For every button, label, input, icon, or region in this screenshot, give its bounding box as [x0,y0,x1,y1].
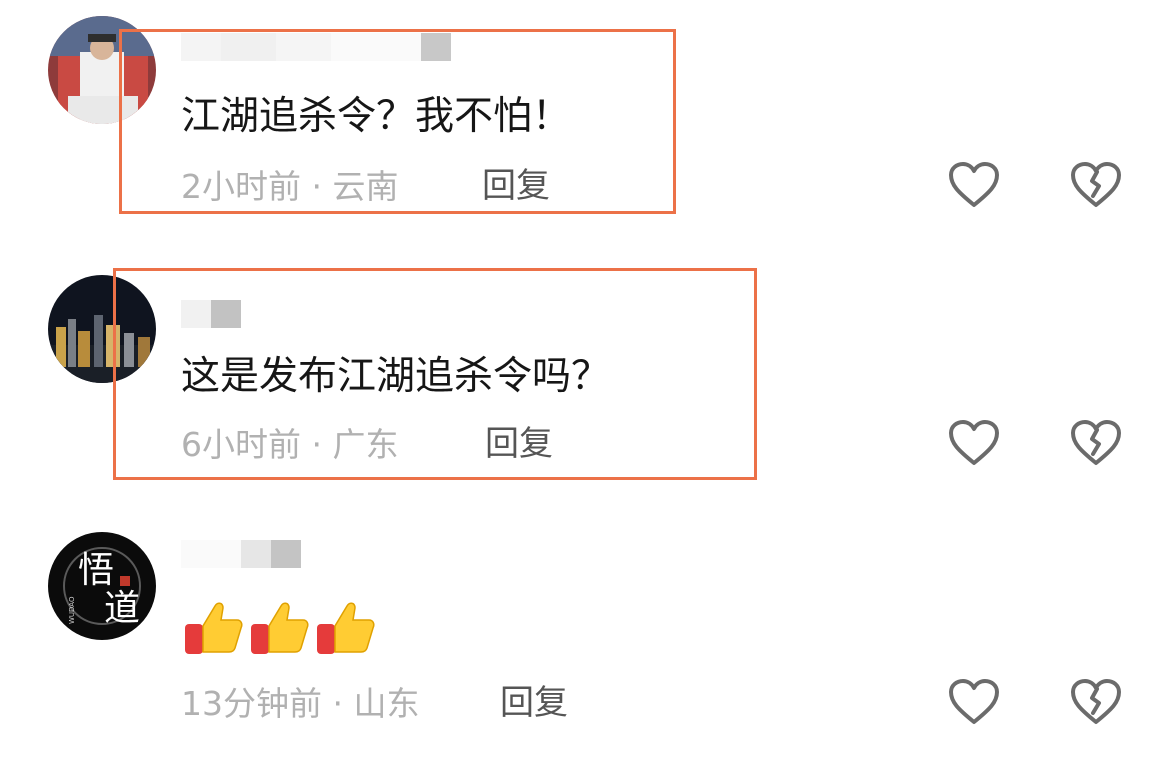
thumbs-up-icon [251,602,309,654]
thumbs-up-icon [317,602,375,654]
broken-heart-icon[interactable] [1070,161,1122,209]
thumbs-up-icon [185,602,243,654]
meta-separator: · [322,684,354,723]
comment-location: 山东 [353,684,420,723]
highlight-box [113,268,757,480]
comment-item: 这是发布江湖追杀令吗？ 6小时前 · 广东 回复 [0,250,1170,520]
avatar-image: 悟 道 WUDAO [48,532,156,640]
heart-outline-icon[interactable] [948,161,1000,209]
broken-heart-icon[interactable] [1070,419,1122,467]
avatar[interactable]: 悟 道 WUDAO [48,532,156,640]
heart-outline-icon[interactable] [948,419,1000,467]
username-redacted[interactable] [181,540,301,568]
comment-meta: 13分钟前 · 山东 [181,687,419,720]
emoji-row [181,596,381,660]
reply-button[interactable]: 回复 [500,686,568,720]
avatar-char-2: 道 [104,588,140,629]
broken-heart-icon[interactable] [1070,678,1122,726]
comment-item: 悟 道 WUDAO 13分钟前 · 山东 回复 [0,520,1170,769]
comment-time: 13分钟前 [181,684,322,723]
avatar-subtext: WUDAO [68,596,76,624]
comment-item: 江湖追杀令？我不怕！ 2小时前 · 云南 回复 [0,0,1170,250]
highlight-box [119,29,676,214]
heart-outline-icon[interactable] [948,678,1000,726]
avatar-char-1: 悟 [78,550,114,591]
